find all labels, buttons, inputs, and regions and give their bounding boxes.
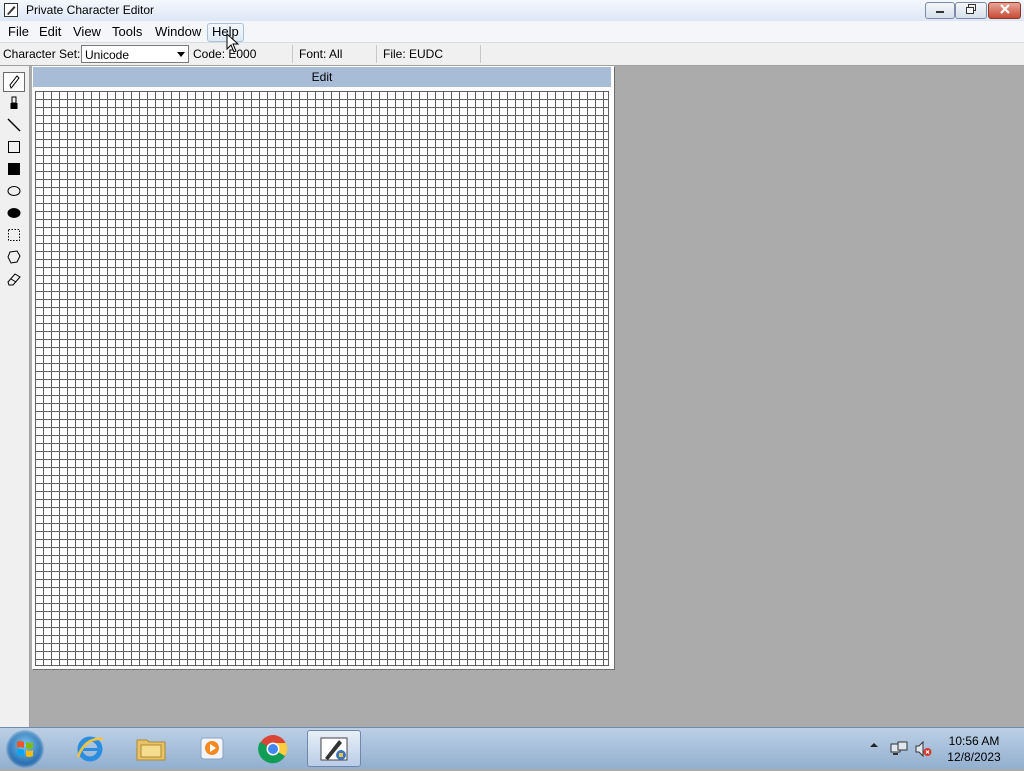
app-icon — [4, 3, 18, 17]
edit-window: Edit — [32, 66, 614, 669]
restore-button[interactable] — [955, 2, 987, 19]
system-clock[interactable]: 10:56 AM 12/8/2023 — [934, 733, 1014, 765]
show-hidden-icons-icon[interactable] — [869, 740, 879, 750]
minimize-icon — [936, 11, 944, 13]
pencil-icon — [9, 75, 20, 89]
tool-filled-ellipse[interactable] — [3, 204, 25, 224]
media-player-icon — [200, 737, 224, 760]
line-icon — [7, 118, 21, 132]
tool-filled-rectangle[interactable] — [3, 160, 25, 180]
chrome-icon — [258, 735, 288, 764]
private-character-editor-icon — [320, 737, 348, 761]
window-title: Private Character Editor — [26, 3, 155, 17]
internet-explorer-icon — [76, 736, 104, 762]
minimize-button[interactable] — [925, 2, 955, 19]
rectangular-selection-icon — [8, 229, 20, 241]
tool-rectangular-selection[interactable] — [3, 226, 25, 246]
taskbar: 10:56 AM 12/8/2023 — [0, 727, 1024, 769]
menu-file[interactable]: File — [4, 23, 33, 40]
menu-edit[interactable]: Edit — [35, 23, 65, 40]
filled-ellipse-icon — [7, 208, 21, 218]
taskbar-internet-explorer[interactable] — [63, 730, 117, 767]
tool-brush[interactable] — [3, 94, 25, 114]
tool-hollow-rectangle[interactable] — [3, 138, 25, 158]
menu-view[interactable]: View — [69, 23, 105, 40]
taskbar-chrome[interactable] — [246, 730, 300, 767]
file-field: File: EUDC — [383, 47, 444, 61]
clock-date: 12/8/2023 — [947, 750, 1001, 764]
taskbar-media-player[interactable] — [185, 730, 239, 767]
tool-pencil[interactable] — [3, 72, 25, 92]
tool-hollow-ellipse[interactable] — [3, 182, 25, 202]
mouse-cursor-icon — [226, 33, 240, 53]
menu-bar: File Edit View Tools Window Help — [0, 21, 1024, 43]
field-separator — [292, 45, 293, 63]
code-field: Code: E000 — [193, 47, 257, 61]
hollow-rectangle-icon — [8, 141, 20, 153]
title-bar: Private Character Editor — [0, 0, 1024, 22]
hollow-ellipse-icon — [7, 186, 21, 196]
taskbar-file-explorer[interactable] — [124, 730, 178, 767]
menu-tools[interactable]: Tools — [108, 23, 146, 40]
filled-rectangle-icon — [8, 163, 20, 175]
charset-label: Character Set: — [3, 47, 81, 61]
chevron-down-icon — [177, 52, 185, 57]
toolbox — [0, 66, 30, 727]
close-button[interactable] — [988, 2, 1021, 19]
font-field: Font: All — [299, 47, 343, 61]
brush-icon — [10, 96, 18, 109]
volume-muted-icon[interactable] — [914, 740, 932, 758]
close-icon — [999, 4, 1010, 14]
info-bar: Character Set: Unicode Code: E000 Font: … — [0, 43, 1024, 66]
menu-window[interactable]: Window — [151, 23, 205, 40]
tool-line[interactable] — [3, 116, 25, 136]
tool-freeform-selection[interactable] — [3, 248, 25, 268]
restore-icon — [966, 4, 976, 14]
clock-time: 10:56 AM — [948, 734, 1000, 748]
file-explorer-icon — [136, 739, 166, 761]
charset-select[interactable]: Unicode — [81, 45, 189, 63]
charset-value: Unicode — [85, 48, 130, 62]
network-icon[interactable] — [890, 740, 908, 758]
field-separator — [480, 45, 481, 63]
tool-eraser[interactable] — [3, 270, 25, 290]
edit-window-caption: Edit — [33, 67, 611, 89]
field-separator — [376, 45, 377, 63]
taskbar-private-character-editor[interactable] — [307, 730, 361, 767]
start-button[interactable] — [6, 730, 44, 768]
freeform-selection-icon — [7, 250, 21, 264]
windows-logo-icon — [17, 741, 33, 757]
character-edit-grid[interactable] — [35, 91, 609, 666]
eraser-icon — [7, 273, 21, 286]
